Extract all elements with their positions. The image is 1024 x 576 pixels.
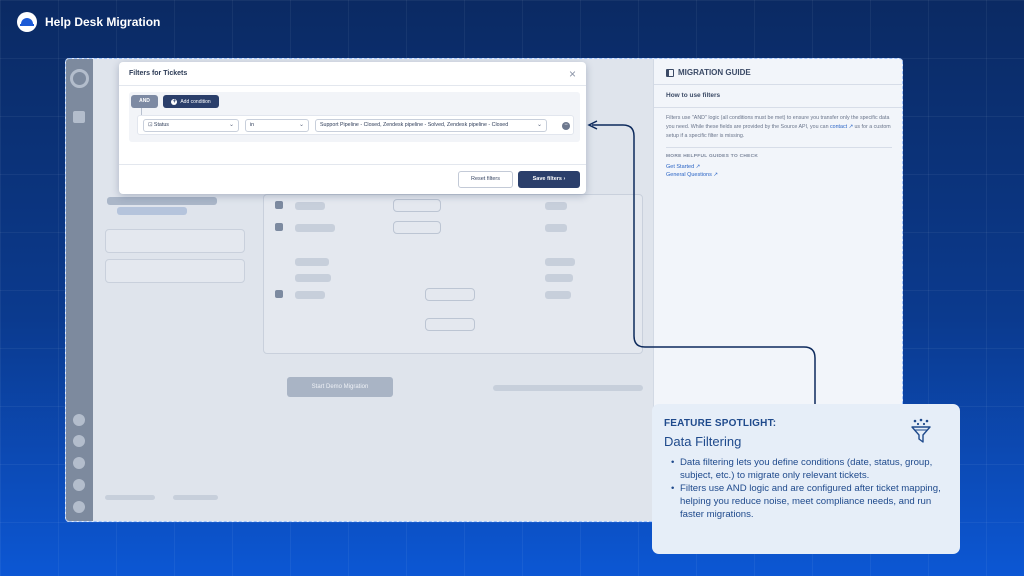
brand-logo-icon [17, 12, 37, 32]
dim-checkbox [275, 201, 283, 209]
dialog-title: Filters for Tickets [129, 70, 188, 77]
spotlight-bullet: Filters use AND logic and are configured… [671, 482, 948, 521]
dim-text [545, 224, 567, 232]
dialog-footer: Reset filters Save filters › [119, 164, 586, 194]
plus-icon: + [171, 98, 178, 105]
spotlight-bullets: Data filtering lets you define condition… [664, 456, 948, 521]
save-filters-label: Save filters [532, 176, 562, 182]
chevron-down-icon: ⌄ [298, 122, 304, 128]
nav-icon[interactable] [73, 414, 85, 426]
spotlight-bullet: Data filtering lets you define condition… [671, 456, 948, 482]
external-link-icon: ↗ [695, 164, 701, 170]
app-sidebar [66, 59, 93, 521]
nav-icon[interactable] [73, 479, 85, 491]
nav-icon[interactable] [73, 457, 85, 469]
divider [666, 147, 892, 148]
migration-guide-header: MIGRATION GUIDE [666, 68, 892, 77]
value-select-value: Support Pipeline - Closed, Zendesk pipel… [320, 122, 509, 128]
dim-step [117, 207, 187, 215]
external-link-icon: ↗ [713, 172, 718, 178]
dim-text [545, 258, 575, 266]
feature-spotlight-card: FEATURE SPOTLIGHT: Data Filtering Data f… [652, 404, 960, 554]
nav-icon[interactable] [73, 435, 85, 447]
dim-text [295, 258, 329, 266]
dim-text [545, 274, 573, 282]
divider [654, 84, 902, 85]
dim-button [393, 199, 441, 212]
chevron-down-icon: ⌄ [228, 122, 234, 128]
guide-link-label: General Questions [666, 172, 712, 178]
guide-subtitle: How to use filters [666, 92, 721, 99]
value-select[interactable]: Support Pipeline - Closed, Zendesk pipel… [315, 119, 547, 132]
funnel-icon [911, 418, 931, 443]
dim-checkbox [275, 290, 283, 298]
dim-button [393, 221, 441, 234]
close-icon[interactable]: × [569, 68, 576, 80]
filters-dialog: Filters for Tickets × AND + Add conditio… [119, 62, 586, 194]
dim-step-box [105, 229, 245, 253]
guide-link-general-questions[interactable]: General Questions ↗ [666, 171, 892, 179]
dialog-header: Filters for Tickets × [119, 62, 586, 86]
dim-text [545, 291, 571, 299]
dim-button [425, 288, 475, 301]
dim-text [105, 495, 155, 500]
divider [654, 107, 902, 108]
nav-icon[interactable] [73, 111, 85, 123]
condition-row: ⊡ Status ⌄ in ⌄ Support Pipeline - Close… [137, 115, 574, 135]
dim-text [295, 274, 331, 282]
brand-name: Help Desk Migration [45, 15, 161, 29]
spotlight-title: Data Filtering [664, 434, 742, 449]
remove-condition-icon[interactable]: − [562, 122, 570, 130]
operator-select[interactable]: in ⌄ [245, 119, 309, 132]
guide-link-label: Get Started [666, 164, 695, 170]
dim-step [107, 197, 217, 205]
dim-text [173, 495, 218, 500]
dim-checkbox [275, 223, 283, 231]
more-guides-heading: MORE HELPFUL GUIDES TO CHECK [666, 154, 759, 159]
guide-body: Filters use "AND" logic (all conditions … [666, 114, 892, 141]
save-filters-button[interactable]: Save filters › [518, 171, 580, 188]
dim-text [493, 385, 643, 391]
add-condition-button[interactable]: + Add condition [163, 95, 219, 108]
dim-step-box [105, 259, 245, 283]
filter-group: AND + Add condition ⊡ Status ⌄ in ⌄ Supp… [129, 92, 580, 142]
field-select-value: Status [153, 122, 169, 128]
dim-text [295, 291, 325, 299]
dim-text [295, 202, 325, 210]
spotlight-kicker: FEATURE SPOTLIGHT: [664, 418, 777, 429]
start-demo-migration-button[interactable]: Start Demo Migration [287, 377, 393, 397]
start-demo-migration-label: Start Demo Migration [311, 384, 369, 390]
reset-filters-button[interactable]: Reset filters [458, 171, 513, 188]
book-icon [666, 68, 674, 77]
dim-text [545, 202, 567, 210]
migration-guide-title: MIGRATION GUIDE [678, 68, 751, 77]
guide-link-get-started[interactable]: Get Started ↗ [666, 163, 892, 171]
contact-link[interactable]: contact [830, 124, 847, 130]
operator-select-value: in [250, 122, 255, 128]
field-select[interactable]: ⊡ Status ⌄ [143, 119, 239, 132]
app-logo-icon [70, 69, 89, 88]
dim-text [295, 224, 335, 232]
nav-icon[interactable] [73, 501, 85, 513]
and-logic-badge: AND [131, 95, 158, 108]
add-condition-label: Add condition [180, 98, 211, 105]
chevron-down-icon: ⌄ [536, 122, 542, 128]
dim-button [425, 318, 475, 331]
brand: Help Desk Migration [17, 12, 160, 32]
